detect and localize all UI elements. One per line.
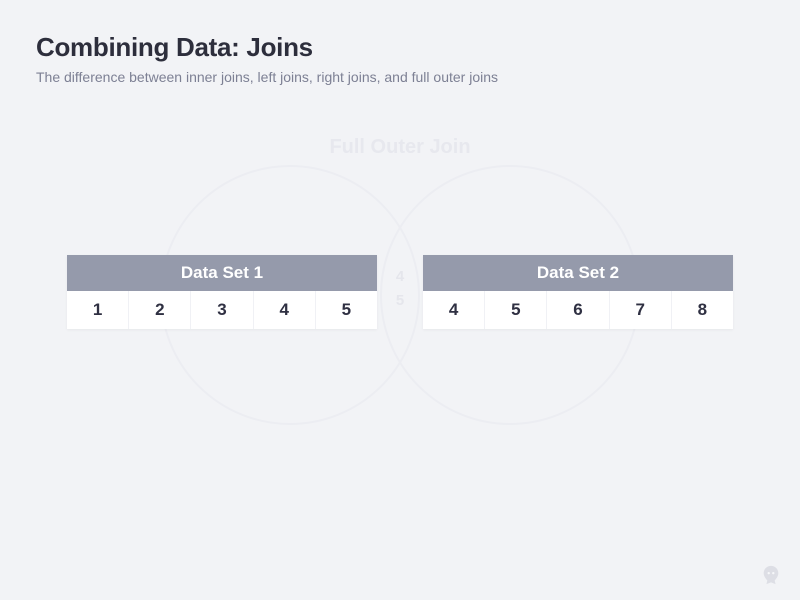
data-set-1-row: 1 2 3 4 5 [67,291,377,329]
data-cell: 7 [610,291,672,329]
watermark-icon [760,564,782,586]
page-title: Combining Data: Joins [36,32,764,63]
data-set-2: Data Set 2 4 5 6 7 8 [423,255,733,329]
data-cell: 4 [254,291,316,329]
data-cell: 2 [129,291,191,329]
data-set-1: Data Set 1 1 2 3 4 5 [67,255,377,329]
data-set-2-header: Data Set 2 [423,255,733,291]
header: Combining Data: Joins The difference bet… [0,0,800,85]
data-cell: 8 [672,291,733,329]
data-tables: Data Set 1 1 2 3 4 5 Data Set 2 4 5 6 7 … [0,255,800,329]
venn-title: Full Outer Join [0,136,800,159]
data-cell: 6 [547,291,609,329]
page-subtitle: The difference between inner joins, left… [36,69,764,85]
data-cell: 4 [423,291,485,329]
data-cell: 5 [485,291,547,329]
diagram-area: Full Outer Join 1 2 3 4 5 6 7 8 Data Set… [0,120,800,600]
data-cell: 5 [316,291,377,329]
data-cell: 1 [67,291,129,329]
data-cell: 3 [191,291,253,329]
data-set-2-row: 4 5 6 7 8 [423,291,733,329]
data-set-1-header: Data Set 1 [67,255,377,291]
